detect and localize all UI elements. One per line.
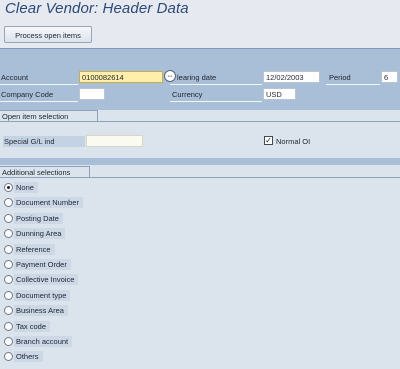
period-label: Period [329, 73, 351, 82]
radio-button[interactable] [4, 183, 13, 192]
company-code-label: Company Code [1, 90, 54, 99]
radio-label: Reference [14, 243, 55, 255]
currency-label: Currency [172, 90, 203, 99]
clearing-date-field[interactable]: 12/02/2003 [263, 71, 320, 83]
window-title: Clear Vendor: Header Data [5, 0, 189, 17]
radio-button[interactable] [4, 337, 13, 346]
matchcode-icon[interactable]: ⇔ [164, 70, 176, 82]
company-code-field[interactable] [79, 88, 105, 100]
header-top-divider [0, 48, 400, 49]
special-gl-label: Special G/L ind [3, 136, 85, 147]
currency-label-underline [170, 101, 262, 102]
radio-label: Document Number [14, 197, 83, 209]
radio-button[interactable] [4, 244, 13, 254]
radio-button[interactable] [4, 213, 13, 223]
account-field[interactable]: 0100082614 [79, 71, 163, 83]
period-field[interactable]: 6 [381, 71, 398, 83]
radio-label: Collective Invoice [14, 274, 79, 286]
account-label-underline [0, 84, 78, 85]
currency-field[interactable]: USD [263, 88, 296, 100]
open-item-selection-tab: Open item selection [0, 110, 98, 121]
radio-label: Posting Date [14, 212, 63, 224]
company-code-label-underline [0, 101, 78, 102]
process-open-items-button[interactable]: Process open items [4, 26, 92, 43]
clearing-date-label-underline [170, 84, 262, 85]
radio-label: Others [14, 351, 43, 363]
account-label: Account [1, 73, 29, 82]
normal-oi-checkbox[interactable]: ✓ [264, 136, 273, 145]
additional-selections-tab: Additional selections [0, 166, 90, 177]
normal-oi-label: Normal OI [276, 137, 311, 146]
radio-label: Payment Order [14, 259, 71, 270]
radio-selected-dot [7, 186, 10, 189]
section-separator-band-2 [0, 158, 400, 165]
radio-label: Branch account [14, 336, 73, 347]
radio-button[interactable] [4, 260, 13, 269]
radio-label: Dunning Area [14, 228, 66, 240]
radio-button[interactable] [4, 321, 13, 331]
period-label-underline [326, 84, 380, 85]
radio-label: Business Area [14, 305, 68, 317]
radio-label: None [14, 182, 38, 193]
section-separator-band [0, 103, 400, 110]
radio-label: Document type [14, 289, 71, 301]
special-gl-field[interactable] [86, 135, 143, 147]
radio-button[interactable] [4, 290, 13, 300]
radio-label: Tax code [14, 320, 51, 332]
clearing-date-label: learing date [177, 73, 217, 82]
